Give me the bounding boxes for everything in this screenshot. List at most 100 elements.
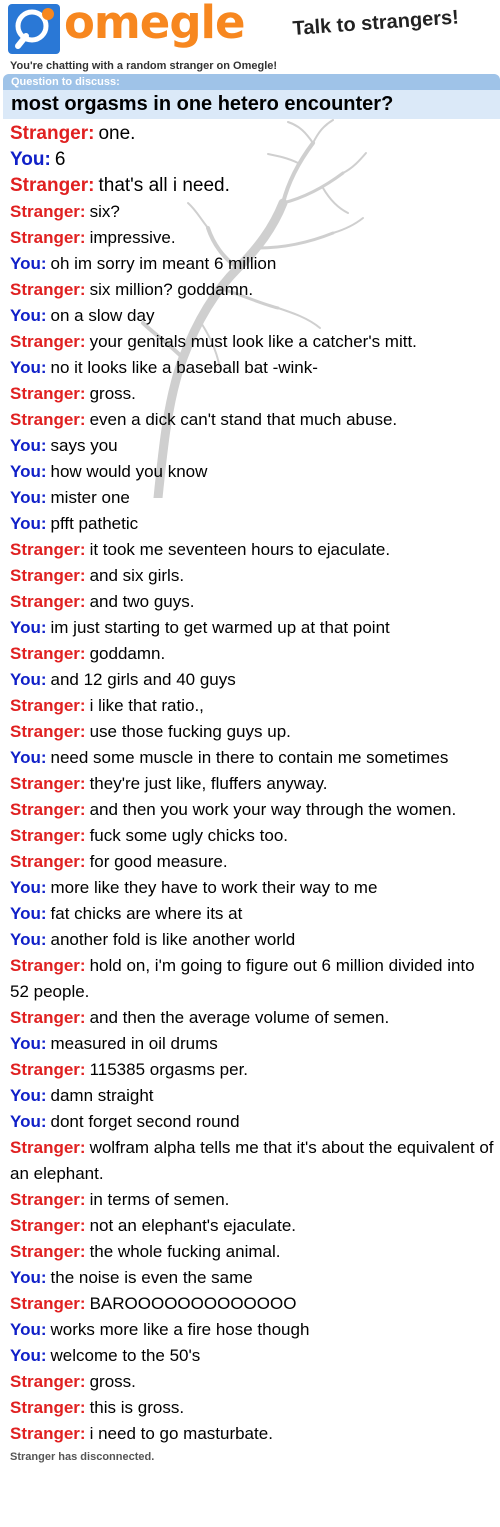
you-message: You: on a slow day — [10, 303, 494, 329]
you-message: You: dont forget second round — [10, 1109, 494, 1135]
stranger-message: Stranger: and two guys. — [10, 589, 494, 615]
message-text: that's all i need. — [98, 175, 230, 196]
you-message: You: measured in oil drums — [10, 1031, 494, 1057]
stranger-message: Stranger: one. — [10, 121, 494, 147]
you-label: You: — [10, 1346, 47, 1365]
stranger-message: Stranger: and then you work your way thro… — [10, 797, 494, 823]
stranger-message: Stranger: BAROOOOOOOOOOOOO — [10, 1291, 494, 1317]
stranger-message: Stranger: and six girls. — [10, 563, 494, 589]
message-text: fuck some ugly chicks too. — [89, 826, 288, 845]
stranger-label: Stranger: — [10, 410, 86, 429]
stranger-message: Stranger: i like that ratio., — [10, 693, 494, 719]
you-label: You: — [10, 904, 47, 923]
you-message: You: works more like a fire hose though — [10, 1317, 494, 1343]
message-text: how would you know — [50, 462, 208, 481]
stranger-label: Stranger: — [10, 1398, 86, 1417]
you-label: You: — [10, 1086, 47, 1105]
you-label: You: — [10, 514, 47, 533]
message-text: they're just like, fluffers anyway. — [89, 774, 328, 793]
stranger-label: Stranger: — [10, 332, 86, 351]
stranger-label: Stranger: — [10, 1424, 86, 1443]
you-label: You: — [10, 1034, 47, 1053]
you-message: You: im just starting to get warmed up at… — [10, 615, 494, 641]
message-text: mister one — [50, 488, 130, 507]
message-text: six million? goddamn. — [89, 280, 254, 299]
message-text: your genitals must look like a catcher's… — [89, 332, 417, 351]
you-label: You: — [10, 878, 47, 897]
you-label: You: — [10, 1320, 47, 1339]
message-text: oh im sorry im meant 6 million — [50, 254, 277, 273]
message-text: pfft pathetic — [50, 514, 139, 533]
message-text: i like that ratio., — [89, 696, 204, 715]
message-text: not an elephant's ejaculate. — [89, 1216, 297, 1235]
message-text: im just starting to get warmed up at tha… — [50, 618, 390, 637]
message-text: impressive. — [89, 228, 176, 247]
stranger-label: Stranger: — [10, 228, 86, 247]
you-message: You: more like they have to work their wa… — [10, 875, 494, 901]
stranger-message: Stranger: wolfram alpha tells me that it'… — [10, 1135, 494, 1187]
message-text: dont forget second round — [50, 1112, 240, 1131]
stranger-label: Stranger: — [10, 800, 86, 819]
stranger-label: Stranger: — [10, 592, 86, 611]
stranger-message: Stranger: i need to go masturbate. — [10, 1421, 494, 1447]
stranger-message: Stranger: fuck some ugly chicks too. — [10, 823, 494, 849]
message-text: gross. — [89, 1372, 136, 1391]
message-text: the whole fucking animal. — [89, 1242, 281, 1261]
message-text: more like they have to work their way to… — [50, 878, 378, 897]
stranger-label: Stranger: — [10, 826, 86, 845]
stranger-label: Stranger: — [10, 1060, 86, 1079]
you-label: You: — [10, 488, 47, 507]
stranger-message: Stranger: in terms of semen. — [10, 1187, 494, 1213]
message-text: use those fucking guys up. — [89, 722, 291, 741]
stranger-message: Stranger: not an elephant's ejaculate. — [10, 1213, 494, 1239]
stranger-message: Stranger: your genitals must look like a … — [10, 329, 494, 355]
message-text: gross. — [89, 384, 136, 403]
message-text: measured in oil drums — [50, 1034, 218, 1053]
message-text: and two guys. — [89, 592, 195, 611]
message-text: and six girls. — [89, 566, 185, 585]
stranger-message: Stranger: it took me seventeen hours to e… — [10, 537, 494, 563]
message-text: says you — [50, 436, 118, 455]
stranger-message: Stranger: for good measure. — [10, 849, 494, 875]
you-message: You: and 12 girls and 40 guys — [10, 667, 494, 693]
you-label: You: — [10, 930, 47, 949]
message-text: for good measure. — [89, 852, 228, 871]
message-text: the noise is even the same — [50, 1268, 253, 1287]
message-text: 115385 orgasms per. — [89, 1060, 249, 1079]
stranger-message: Stranger: even a dick can't stand that mu… — [10, 407, 494, 433]
you-message: You: no it looks like a baseball bat -win… — [10, 355, 494, 381]
stranger-label: Stranger: — [10, 123, 95, 144]
message-text: goddamn. — [89, 644, 166, 663]
message-text: need some muscle in there to contain me … — [50, 748, 449, 767]
stranger-label: Stranger: — [10, 1138, 86, 1157]
message-text: and 12 girls and 40 guys — [50, 670, 236, 689]
you-label: You: — [10, 254, 47, 273]
you-message: You: 6 — [10, 147, 494, 173]
omegle-logo-icon[interactable] — [8, 4, 60, 54]
you-message: You: oh im sorry im meant 6 million — [10, 251, 494, 277]
message-text: i need to go masturbate. — [89, 1424, 273, 1443]
stranger-label: Stranger: — [10, 1242, 86, 1261]
stranger-label: Stranger: — [10, 540, 86, 559]
message-text: it took me seventeen hours to ejaculate. — [89, 540, 391, 559]
message-text: 6 — [54, 149, 66, 170]
message-text: damn straight — [50, 1086, 154, 1105]
stranger-message: Stranger: goddamn. — [10, 641, 494, 667]
you-label: You: — [10, 1268, 47, 1287]
stranger-label: Stranger: — [10, 644, 86, 663]
message-text: BAROOOOOOOOOOOOO — [89, 1294, 297, 1313]
message-text: another fold is like another world — [50, 930, 296, 949]
logo-text[interactable]: omegle — [64, 0, 245, 49]
stranger-message: Stranger: hold on, i'm going to figure ou… — [10, 953, 494, 1005]
you-label: You: — [10, 748, 47, 767]
you-label: You: — [10, 436, 47, 455]
you-message: You: the noise is even the same — [10, 1265, 494, 1291]
stranger-label: Stranger: — [10, 1294, 86, 1313]
tagline: Talk to strangers! — [292, 6, 460, 40]
stranger-label: Stranger: — [10, 1008, 86, 1027]
you-message: You: damn straight — [10, 1083, 494, 1109]
you-label: You: — [10, 1112, 47, 1131]
stranger-label: Stranger: — [10, 175, 95, 196]
message-text: six? — [89, 202, 120, 221]
stranger-message: Stranger: and then the average volume of … — [10, 1005, 494, 1031]
